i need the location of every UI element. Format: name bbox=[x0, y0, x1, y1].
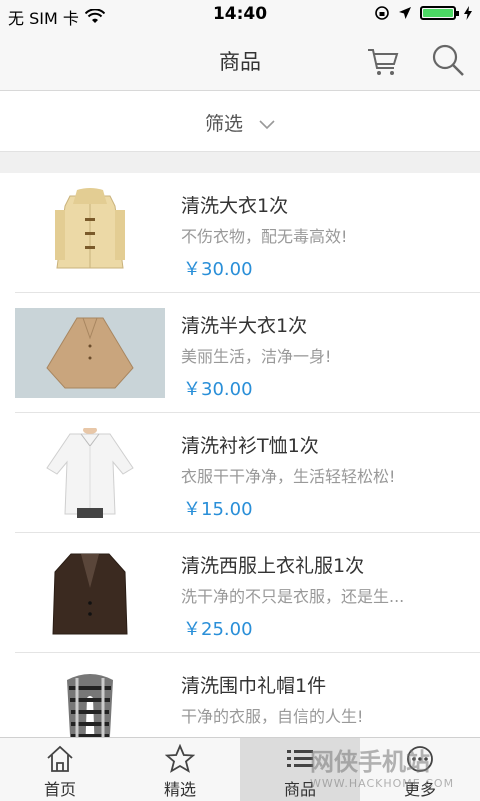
rotation-lock-icon bbox=[375, 6, 389, 20]
product-image-coat bbox=[15, 188, 165, 278]
search-icon[interactable] bbox=[430, 42, 466, 78]
status-right bbox=[374, 5, 472, 21]
chevron-down-icon bbox=[259, 119, 275, 129]
charging-icon bbox=[464, 6, 472, 20]
product-price: ￥30.00 bbox=[183, 259, 253, 280]
battery-icon bbox=[420, 6, 459, 20]
cart-icon[interactable] bbox=[366, 44, 400, 78]
product-name: 清洗大衣1次 bbox=[181, 195, 289, 217]
filter-bar: 筛选 bbox=[0, 91, 480, 152]
product-desc: 干净的衣服，自信的人生! bbox=[181, 707, 364, 726]
product-name: 清洗衬衫T恤1次 bbox=[181, 435, 319, 457]
product-name: 清洗半大衣1次 bbox=[181, 315, 308, 337]
product-image-shirt bbox=[15, 428, 165, 518]
watermark-url: WWW.HACKHOME.COM bbox=[310, 777, 455, 790]
product-item[interactable]: 清洗半大衣1次 美丽生活，洁净一身! ￥30.00 bbox=[15, 293, 480, 413]
product-desc: 美丽生活，洁净一身! bbox=[181, 347, 332, 366]
product-desc: 洗干净的不只是衣服，还是生... bbox=[181, 587, 405, 606]
product-item[interactable]: 清洗围巾礼帽1件 干净的衣服，自信的人生! bbox=[15, 653, 480, 737]
filter-label: 筛选 bbox=[204, 113, 243, 135]
tab-featured[interactable]: 精选 bbox=[120, 738, 240, 801]
tab-home[interactable]: 首页 bbox=[0, 738, 120, 801]
product-image-suit bbox=[15, 548, 165, 638]
product-price: ￥25.00 bbox=[183, 619, 253, 640]
tab-label: 精选 bbox=[163, 780, 196, 799]
product-name: 清洗围巾礼帽1件 bbox=[181, 675, 327, 697]
tab-label: 首页 bbox=[43, 780, 76, 799]
status-bar: 无 SIM 卡 14:40 bbox=[0, 0, 480, 30]
product-desc: 不伤衣物，配无毒高效! bbox=[181, 227, 348, 246]
watermark-text: 网侠手机站 bbox=[310, 748, 430, 776]
product-price: ￥15.00 bbox=[183, 499, 253, 520]
nav-bar: 商品 bbox=[0, 30, 480, 91]
product-image-cape-coat bbox=[15, 308, 165, 398]
home-icon bbox=[47, 745, 73, 772]
filter-button[interactable]: 筛选 bbox=[0, 109, 480, 136]
product-desc: 衣服干干净净，生活轻轻松松! bbox=[181, 467, 396, 486]
product-list: 清洗大衣1次 不伤衣物，配无毒高效! ￥30.00 清洗半大衣1次 美丽生活，洁… bbox=[0, 173, 480, 737]
product-item[interactable]: 清洗衬衫T恤1次 衣服干干净净，生活轻轻松松! ￥15.00 bbox=[15, 413, 480, 533]
star-icon bbox=[165, 744, 195, 773]
product-item[interactable]: 清洗大衣1次 不伤衣物，配无毒高效! ￥30.00 bbox=[15, 173, 480, 293]
page-title: 商品 bbox=[219, 50, 261, 74]
product-name: 清洗西服上衣礼服1次 bbox=[181, 555, 365, 577]
watermark: 网侠手机站 WWW.HACKHOME.COM bbox=[310, 742, 454, 790]
product-price: ￥30.00 bbox=[183, 379, 253, 400]
product-item[interactable]: 清洗西服上衣礼服1次 洗干净的不只是衣服，还是生... ￥25.00 bbox=[15, 533, 480, 653]
location-icon bbox=[399, 7, 411, 19]
product-image-scarf bbox=[15, 668, 165, 737]
